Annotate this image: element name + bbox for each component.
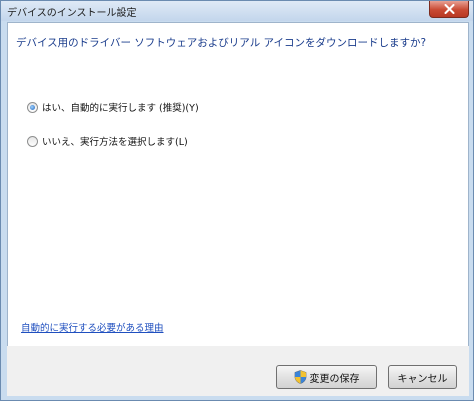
radio-button-selected[interactable] — [27, 101, 38, 113]
save-changes-label: 変更の保存 — [309, 373, 360, 385]
radio-button-unselected[interactable] — [27, 135, 38, 147]
window-title: デバイスのインストール設定 — [7, 8, 137, 19]
option-no-radio[interactable]: いいえ、実行方法を選択します(L) — [27, 134, 188, 148]
dialog-window: デバイスのインストール設定 デバイス用のドライバー ソフトウェアおよびリアル ア… — [0, 0, 474, 401]
content-area: デバイス用のドライバー ソフトウェアおよびリアル アイコンをダウンロードしますか… — [7, 22, 469, 347]
option-no-label: いいえ、実行方法を選択します(L) — [42, 137, 188, 148]
option-yes-label: はい、自動的に実行します (推奨)(Y) — [42, 103, 199, 114]
button-bar: 変更の保存 キャンセル — [7, 346, 469, 396]
cancel-label: キャンセル — [397, 373, 448, 385]
title-bar[interactable]: デバイスのインストール設定 — [1, 1, 473, 21]
option-yes-radio[interactable]: はい、自動的に実行します (推奨)(Y) — [27, 100, 199, 114]
close-button[interactable] — [429, 1, 469, 18]
uac-shield-icon — [294, 370, 307, 384]
help-link[interactable]: 自動的に実行する必要がある理由 — [21, 320, 164, 334]
save-changes-button[interactable]: 変更の保存 — [276, 365, 377, 389]
cancel-button[interactable]: キャンセル — [388, 365, 457, 389]
close-icon — [444, 4, 455, 14]
question-text: デバイス用のドライバー ソフトウェアおよびリアル アイコンをダウンロードしますか… — [16, 37, 427, 49]
